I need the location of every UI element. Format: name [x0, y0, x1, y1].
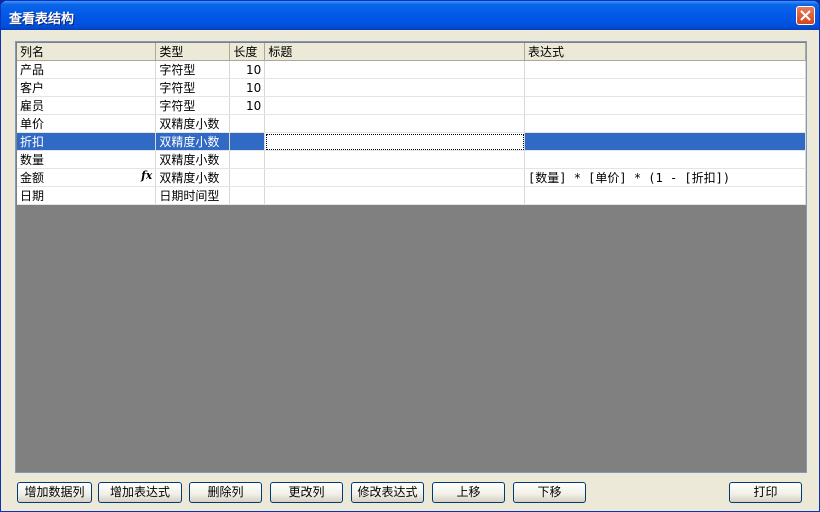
close-button[interactable] — [796, 6, 815, 25]
cell-name[interactable]: 产品 — [17, 60, 157, 79]
cell-type[interactable]: 字符型 — [155, 96, 231, 115]
dialog-body: 列名 类型 长度 标题 表达式 产品 字符型 10 客户 字符型 10 雇员 字… — [4, 30, 816, 509]
structure-window: 查看表结构 列名 类型 长度 标题 表达式 产品 字符型 10 客户 字符型 1… — [0, 0, 820, 512]
cell-name[interactable]: 单价 — [17, 114, 157, 133]
column-header-name[interactable]: 列名 — [17, 43, 157, 61]
table-row[interactable]: 日期 日期时间型 — [17, 186, 806, 205]
table-row[interactable]: 数量 双精度小数 — [17, 150, 806, 169]
move-down-button[interactable]: 下移 — [513, 482, 586, 503]
cell-expression[interactable] — [524, 114, 806, 133]
cell-caption[interactable] — [264, 186, 526, 205]
cell-name[interactable]: 数量 — [17, 150, 157, 169]
cell-type[interactable]: 日期时间型 — [155, 186, 231, 205]
cell-type[interactable]: 字符型 — [155, 60, 231, 79]
cell-length[interactable] — [229, 132, 266, 151]
column-header-type[interactable]: 类型 — [155, 43, 231, 61]
cell-type[interactable]: 双精度小数 — [155, 150, 231, 169]
fx-icon: fx — [141, 169, 153, 182]
window-title: 查看表结构 — [9, 12, 75, 27]
table-row[interactable]: 产品 字符型 10 — [17, 60, 806, 79]
cell-type[interactable]: 双精度小数 — [155, 132, 231, 151]
modify-expression-button[interactable]: 修改表达式 — [351, 482, 424, 503]
cell-caption[interactable] — [264, 150, 526, 169]
cell-caption[interactable] — [264, 168, 526, 187]
close-icon — [800, 10, 811, 21]
cell-caption[interactable] — [264, 78, 526, 97]
cell-name[interactable]: 日期 — [17, 186, 157, 205]
column-header-caption[interactable]: 标题 — [264, 43, 526, 61]
column-header-length[interactable]: 长度 — [229, 43, 266, 61]
table-row[interactable]: 客户 字符型 10 — [17, 78, 806, 97]
add-expression-button[interactable]: 增加表达式 — [98, 482, 182, 503]
cell-name-with-fx[interactable]: 金额 fx — [17, 168, 157, 187]
structure-table: 列名 类型 长度 标题 表达式 产品 字符型 10 客户 字符型 10 雇员 字… — [17, 43, 806, 205]
cell-expression[interactable] — [524, 60, 806, 79]
cell-name[interactable]: 客户 — [17, 78, 157, 97]
cell-type[interactable]: 双精度小数 — [155, 114, 231, 133]
structure-grid[interactable]: 列名 类型 长度 标题 表达式 产品 字符型 10 客户 字符型 10 雇员 字… — [15, 41, 807, 473]
cell-expression[interactable] — [524, 186, 806, 205]
header-row: 列名 类型 长度 标题 表达式 — [17, 43, 806, 61]
cell-expression[interactable]: [数量] * [单价] * (1 - [折扣]) — [524, 168, 806, 187]
cell-length[interactable] — [229, 114, 266, 133]
cell-length[interactable] — [229, 150, 266, 169]
cell-length[interactable]: 10 — [229, 78, 266, 97]
add-data-column-button[interactable]: 增加数据列 — [17, 482, 92, 503]
table-row[interactable]: 金额 fx 双精度小数 [数量] * [单价] * (1 - [折扣]) — [17, 168, 806, 187]
cell-expression[interactable] — [524, 78, 806, 97]
cell-type[interactable]: 字符型 — [155, 78, 231, 97]
change-column-button[interactable]: 更改列 — [270, 482, 343, 503]
cell-length[interactable] — [229, 168, 266, 187]
cell-caption[interactable] — [264, 60, 526, 79]
table-row[interactable]: 单价 双精度小数 — [17, 114, 806, 133]
cell-caption[interactable] — [264, 114, 526, 133]
cell-type[interactable]: 双精度小数 — [155, 168, 231, 187]
title-bar[interactable]: 查看表结构 — [1, 1, 819, 30]
print-button[interactable]: 打印 — [729, 482, 802, 503]
cell-length[interactable] — [229, 186, 266, 205]
cell-name: 金额 — [20, 171, 45, 185]
cell-name[interactable]: 雇员 — [17, 96, 157, 115]
cell-caption-editing[interactable] — [264, 132, 526, 151]
cell-length[interactable]: 10 — [229, 60, 266, 79]
move-up-button[interactable]: 上移 — [432, 482, 505, 503]
cell-name[interactable]: 折扣 — [17, 132, 157, 151]
cell-length[interactable]: 10 — [229, 96, 266, 115]
cell-expression[interactable] — [524, 150, 806, 169]
cell-expression[interactable] — [524, 132, 806, 151]
column-header-expression[interactable]: 表达式 — [524, 43, 806, 61]
cell-caption[interactable] — [264, 96, 526, 115]
delete-column-button[interactable]: 删除列 — [189, 482, 262, 503]
table-row[interactable]: 雇员 字符型 10 — [17, 96, 806, 115]
cell-expression[interactable] — [524, 96, 806, 115]
table-row-selected[interactable]: 折扣 双精度小数 — [17, 132, 806, 151]
